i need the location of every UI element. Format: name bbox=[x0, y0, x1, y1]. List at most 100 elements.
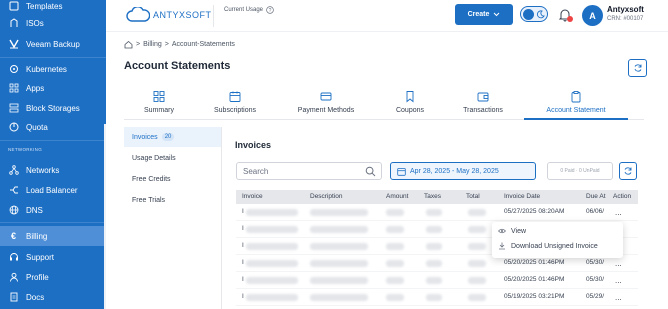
subnav-label: Free Credits bbox=[132, 175, 171, 183]
refresh-icon bbox=[634, 64, 641, 72]
tab-payment-methods[interactable]: Payment Methods bbox=[286, 86, 366, 120]
row-actions-button[interactable]: ... bbox=[615, 208, 622, 217]
invoices-refresh-button[interactable] bbox=[619, 162, 637, 180]
table-header: Invoice Description Amount Taxes Total I… bbox=[236, 190, 638, 204]
menu-item-download-unsigned-invoice[interactable]: Download Unsigned Invoice bbox=[498, 242, 598, 250]
notification-badge bbox=[567, 16, 573, 22]
table-row[interactable]: I 05/27/2025 08:20AM 06/06/ ... bbox=[236, 204, 638, 221]
table-row[interactable]: I 05/20/2025 01:46PM 05/30/ ... bbox=[236, 272, 638, 289]
breadcrumb-billing[interactable]: Billing bbox=[143, 41, 162, 48]
sidebar-item-veeam-backup[interactable]: Veeam Backup bbox=[0, 34, 106, 54]
column-header[interactable]: Invoice Date bbox=[504, 193, 540, 200]
calendar-icon bbox=[397, 167, 406, 176]
invoice-cell: I bbox=[242, 225, 244, 232]
sidebar-item-label: Block Storages bbox=[26, 103, 80, 113]
wallet-icon bbox=[477, 92, 489, 102]
sidebar-item-docs[interactable]: Docs bbox=[0, 287, 106, 307]
tab-coupons[interactable]: Coupons bbox=[388, 86, 432, 120]
clipboard-icon bbox=[571, 91, 581, 103]
row-actions-button[interactable]: ... bbox=[615, 293, 622, 302]
chevron-down-icon bbox=[494, 12, 500, 17]
sidebar-item-apps[interactable]: Apps bbox=[0, 78, 106, 98]
sidebar-item-quota[interactable]: Quota bbox=[0, 117, 106, 137]
breadcrumb-current: Account-Statements bbox=[171, 41, 235, 48]
sidebar-item-load-balancer[interactable]: Load Balancer bbox=[0, 180, 106, 200]
current-usage-label: Current Usage bbox=[224, 7, 264, 13]
euro-icon: € bbox=[10, 231, 16, 241]
column-header[interactable]: Total bbox=[466, 193, 480, 200]
logo-text: ANTYXSOFT bbox=[153, 10, 212, 20]
globe-icon bbox=[8, 205, 19, 216]
sidebar-item-support[interactable]: Support bbox=[0, 247, 106, 267]
create-button[interactable]: Create bbox=[455, 4, 513, 25]
breadcrumb-separator: > bbox=[164, 41, 169, 48]
due-at-cell: 05/29/ bbox=[586, 293, 605, 300]
search-placeholder: Search bbox=[243, 166, 269, 176]
tabs: Summary Subscriptions Payment Methods Co… bbox=[124, 86, 644, 120]
veeam-icon bbox=[8, 39, 19, 50]
calendar-icon bbox=[229, 91, 241, 102]
sidebar-scrollbar[interactable] bbox=[104, 124, 106, 309]
subnav-label: Free Trials bbox=[132, 196, 166, 204]
column-header[interactable]: Due At bbox=[586, 193, 606, 200]
sidebar-item-block-storages[interactable]: Block Storages bbox=[0, 98, 106, 118]
refresh-button[interactable] bbox=[628, 59, 647, 77]
sidebar-item-dns[interactable]: DNS bbox=[0, 200, 106, 220]
invoice-date-cell: 05/19/2025 03:21PM bbox=[504, 293, 565, 300]
tab-account-statement[interactable]: Account Statement bbox=[524, 86, 628, 120]
date-range-picker[interactable]: Apr 28, 2025 - May 28, 2025 bbox=[390, 162, 536, 180]
sidebar-item-networks[interactable]: Networks bbox=[0, 160, 106, 180]
breadcrumb: > Billing > Account-Statements bbox=[124, 40, 235, 49]
subnav-usage-details[interactable]: Usage Details bbox=[124, 148, 221, 168]
load-balancer-icon bbox=[8, 185, 19, 196]
user-icon bbox=[8, 272, 19, 283]
subnav-label: Invoices bbox=[132, 133, 158, 141]
current-usage[interactable]: Current Usage ? bbox=[224, 6, 274, 14]
tab-transactions[interactable]: Transactions bbox=[455, 86, 511, 120]
headset-icon bbox=[8, 252, 19, 263]
tab-subscriptions[interactable]: Subscriptions bbox=[202, 86, 268, 120]
column-header[interactable]: Invoice bbox=[242, 193, 263, 200]
theme-toggle[interactable] bbox=[520, 6, 548, 22]
help-icon: ? bbox=[266, 6, 274, 14]
paid-unpaid-filter[interactable]: 0 Paid · 0 UnPaid bbox=[547, 162, 613, 180]
home-icon[interactable] bbox=[124, 40, 133, 49]
tab-label: Transactions bbox=[463, 107, 503, 114]
menu-item-view[interactable]: View bbox=[498, 227, 526, 235]
menu-item-label: Download Unsigned Invoice bbox=[511, 242, 598, 250]
column-header[interactable]: Amount bbox=[386, 193, 408, 200]
sidebar-item-label: Support bbox=[26, 252, 55, 262]
avatar[interactable]: A bbox=[582, 5, 603, 26]
disc-icon bbox=[8, 18, 19, 29]
column-header[interactable]: Taxes bbox=[424, 193, 441, 200]
sidebar-item-kubernetes[interactable]: Kubernetes bbox=[0, 59, 106, 79]
sidebar-item-label: Quota bbox=[26, 122, 48, 132]
table-row[interactable]: I 05/19/2025 03:21PM 05/29/ ... bbox=[236, 289, 638, 306]
apps-icon bbox=[8, 83, 19, 94]
tab-label: Subscriptions bbox=[213, 107, 257, 114]
eye-icon bbox=[498, 228, 506, 234]
sidebar-item-label: Templates bbox=[26, 1, 63, 11]
subnav-free-credits[interactable]: Free Credits bbox=[124, 169, 221, 189]
download-icon bbox=[499, 242, 505, 250]
sidebar-item-billing[interactable]: € Billing bbox=[0, 226, 106, 246]
sidebar-item-profile[interactable]: Profile bbox=[0, 267, 106, 287]
user-name: Antyxsoft bbox=[607, 5, 644, 14]
sidebar: Templates ISOs Veeam Backup Kubernetes A… bbox=[0, 0, 106, 309]
search-input[interactable]: Search bbox=[236, 162, 382, 180]
subnav-free-trials[interactable]: Free Trials bbox=[124, 190, 221, 210]
row-actions-button[interactable]: ... bbox=[615, 276, 622, 285]
subnav-label: Usage Details bbox=[132, 154, 176, 162]
sidebar-item-isos[interactable]: ISOs bbox=[0, 13, 106, 33]
quota-icon bbox=[8, 122, 19, 133]
invoices-count-badge: 20 bbox=[161, 133, 175, 141]
column-header[interactable]: Description bbox=[310, 193, 343, 200]
subnav-invoices[interactable]: Invoices 20 bbox=[124, 127, 221, 147]
tab-summary[interactable]: Summary bbox=[129, 86, 189, 120]
sidebar-item-label: Networks bbox=[26, 165, 60, 175]
sidebar-item-label[interactable]: Kubernetes bbox=[26, 65, 67, 74]
invoice-cell: I bbox=[242, 293, 244, 300]
logo[interactable]: ANTYXSOFT bbox=[126, 7, 212, 23]
row-actions-button[interactable]: ... bbox=[615, 259, 622, 268]
user-crn: CRN: #00107 bbox=[607, 16, 644, 22]
